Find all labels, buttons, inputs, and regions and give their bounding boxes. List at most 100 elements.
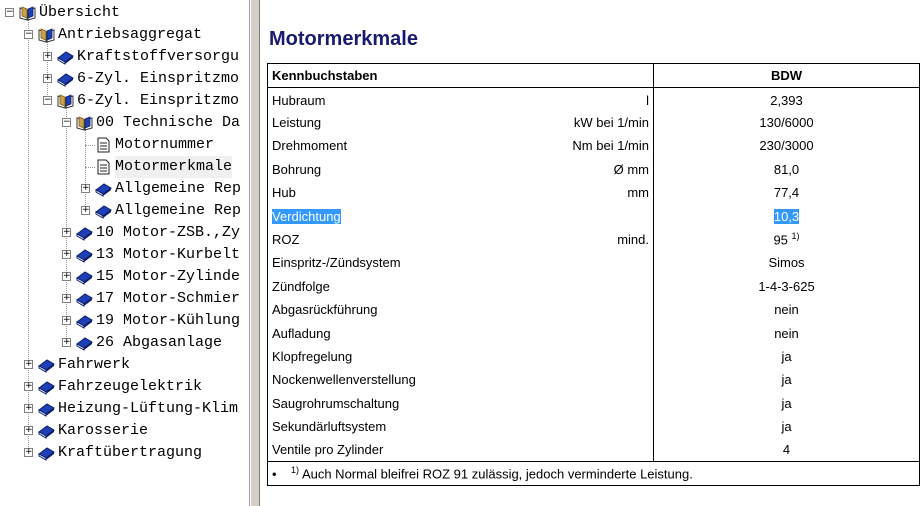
expand-icon[interactable]: +: [62, 294, 71, 303]
open-book-icon: [57, 93, 74, 109]
param-value: ja: [781, 348, 792, 364]
collapse-icon[interactable]: −: [62, 118, 71, 127]
tree-node[interactable]: + Fahrzeugelektrik: [0, 376, 249, 398]
expand-icon[interactable]: +: [62, 228, 71, 237]
tree-node[interactable]: +19 Motor-Kühlung: [0, 310, 249, 332]
tree-node[interactable]: − Übersicht: [0, 2, 249, 24]
tree-node-label[interactable]: Motornummer: [115, 134, 214, 156]
tree-node[interactable]: +26 Abgasanlage: [0, 332, 249, 354]
tree-node-label[interactable]: Allgemeine Rep: [115, 200, 241, 222]
tree-node-label[interactable]: Kraftübertragung: [58, 442, 202, 464]
value-cell: 10,3: [653, 204, 920, 228]
tree-node[interactable]: + Kraftübertragung: [0, 442, 249, 464]
tree-node[interactable]: + Fahrwerk: [0, 354, 249, 376]
value-cell: 77,4: [653, 181, 920, 205]
tree-node[interactable]: − 6-Zyl. Einspritzmo: [0, 90, 249, 112]
param-value: 95: [773, 232, 788, 248]
tree-node[interactable]: + Karosserie: [0, 420, 249, 442]
table-row: Abgasrückführung nein: [267, 298, 920, 322]
expand-icon[interactable]: +: [62, 338, 71, 347]
expand-icon[interactable]: +: [62, 250, 71, 259]
tree-node-label[interactable]: Kraftstoffversorgu: [77, 46, 239, 68]
expand-icon[interactable]: +: [81, 184, 90, 193]
tree-node[interactable]: +13 Motor-Kurbelt: [0, 244, 249, 266]
tree-node-label[interactable]: 6-Zyl. Einspritzmo: [77, 90, 239, 112]
tree-node-label[interactable]: 15 Motor-Zylinde: [96, 266, 240, 288]
expand-icon[interactable]: +: [24, 360, 33, 369]
footnote-sup: 1): [291, 465, 300, 476]
expand-icon[interactable]: +: [43, 52, 52, 61]
expand-icon[interactable]: +: [24, 448, 33, 457]
param-value: 10,3: [773, 208, 800, 224]
closed-book-icon: [76, 313, 93, 329]
expand-icon[interactable]: +: [24, 382, 33, 391]
tree-node[interactable]: + Allgemeine Rep: [0, 200, 249, 222]
param-cell: Leistung kW bei 1/min: [267, 110, 654, 135]
tree-node-label[interactable]: 6-Zyl. Einspritzmo: [77, 68, 239, 90]
tree-node[interactable]: + Kraftstoffversorgu: [0, 46, 249, 68]
param-cell: Aufladung: [267, 321, 654, 345]
tree-node-label[interactable]: Karosserie: [58, 420, 148, 442]
table-row: Hubraum l 2,393: [267, 87, 920, 111]
collapse-icon[interactable]: −: [24, 30, 33, 39]
tree-node-label[interactable]: Allgemeine Rep: [115, 178, 241, 200]
pane-splitter[interactable]: [250, 0, 260, 506]
tree-node-label[interactable]: Motormerkmale: [115, 156, 233, 178]
tree-node-label[interactable]: Heizung-Lüftung-Klim: [58, 398, 238, 420]
navigation-tree[interactable]: − Übersicht − Antriebsaggregat + Kraftstoffve…: [0, 0, 250, 506]
table-row: Einspritz-/Zündsystem Simos: [267, 251, 920, 275]
table-row: Ventile pro Zylinder 4: [267, 438, 920, 463]
tree-node[interactable]: + Heizung-Lüftung-Klim: [0, 398, 249, 420]
collapse-icon[interactable]: −: [5, 8, 14, 17]
table-row: Zündfolge 1-4-3-625: [267, 274, 920, 299]
table-row: Verdichtung 10,3: [267, 204, 920, 228]
tree-node-label[interactable]: 13 Motor-Kurbelt: [96, 244, 240, 266]
tree-branch-line: [85, 145, 95, 146]
tree-node-label[interactable]: Übersicht: [39, 2, 120, 24]
tree-node[interactable]: +6-Zyl. Einspritzmo: [0, 68, 249, 90]
footnote-cell: • 1) Auch Normal bleifrei ROZ 91 zulässi…: [267, 461, 920, 486]
tree-node-label[interactable]: 19 Motor-Kühlung: [96, 310, 240, 332]
tree-node-label[interactable]: 26 Abgasanlage: [96, 332, 222, 354]
tree-node-label[interactable]: Antriebsaggregat: [58, 24, 202, 46]
value-cell: nein: [653, 321, 920, 345]
tree-node[interactable]: Motormerkmale: [0, 156, 249, 178]
closed-book-icon: [38, 357, 55, 373]
tree-node[interactable]: +10 Motor-ZSB.,Zy: [0, 222, 249, 244]
param-cell: Hubraum l: [267, 87, 654, 111]
collapse-icon[interactable]: −: [43, 96, 52, 105]
tree-node[interactable]: +15 Motor-Zylinde: [0, 266, 249, 288]
expand-icon[interactable]: +: [62, 316, 71, 325]
expand-icon[interactable]: +: [24, 404, 33, 413]
param-unit: mm: [627, 185, 649, 201]
table-row: Saugrohrumschaltung ja: [267, 391, 920, 415]
expand-icon[interactable]: +: [81, 206, 90, 215]
tree-node-label[interactable]: 10 Motor-ZSB.,Zy: [96, 222, 240, 244]
expand-icon[interactable]: +: [62, 272, 71, 281]
param-value: 230/3000: [759, 138, 814, 154]
closed-book-icon: [76, 269, 93, 285]
tree-node-label[interactable]: 17 Motor-Schmier: [96, 288, 240, 310]
param-name: Abgasrückführung: [272, 302, 378, 318]
tree-node[interactable]: − Antriebsaggregat: [0, 24, 249, 46]
document-icon: [95, 137, 112, 153]
param-name: Saugrohrumschaltung: [272, 395, 400, 411]
closed-book-icon: [38, 423, 55, 439]
tree-node-label[interactable]: 00 Technische Da: [96, 112, 240, 134]
value-cell: 81,0: [653, 157, 920, 182]
content-pane: Motormerkmale Kennbuchstaben BDW Hubraum…: [260, 0, 921, 506]
tree-node[interactable]: +17 Motor-Schmier: [0, 288, 249, 310]
open-book-icon: [38, 27, 55, 43]
param-value: 77,4: [773, 185, 800, 201]
expand-icon[interactable]: +: [43, 74, 52, 83]
tree-node[interactable]: − 00 Technische Da: [0, 112, 249, 134]
tree-node-label[interactable]: Fahrzeugelektrik: [58, 376, 202, 398]
tree-node[interactable]: + Allgemeine Rep: [0, 178, 249, 200]
engine-specs-table: Kennbuchstaben BDW Hubraum l 2,393 Leistung…: [267, 63, 920, 486]
param-cell: Bohrung Ø mm: [267, 157, 654, 182]
tree-node-label[interactable]: Fahrwerk: [58, 354, 130, 376]
tree-node[interactable]: Motornummer: [0, 134, 249, 156]
expand-icon[interactable]: +: [24, 426, 33, 435]
param-cell: Zündfolge: [267, 274, 654, 299]
value-cell: ja: [653, 414, 920, 439]
